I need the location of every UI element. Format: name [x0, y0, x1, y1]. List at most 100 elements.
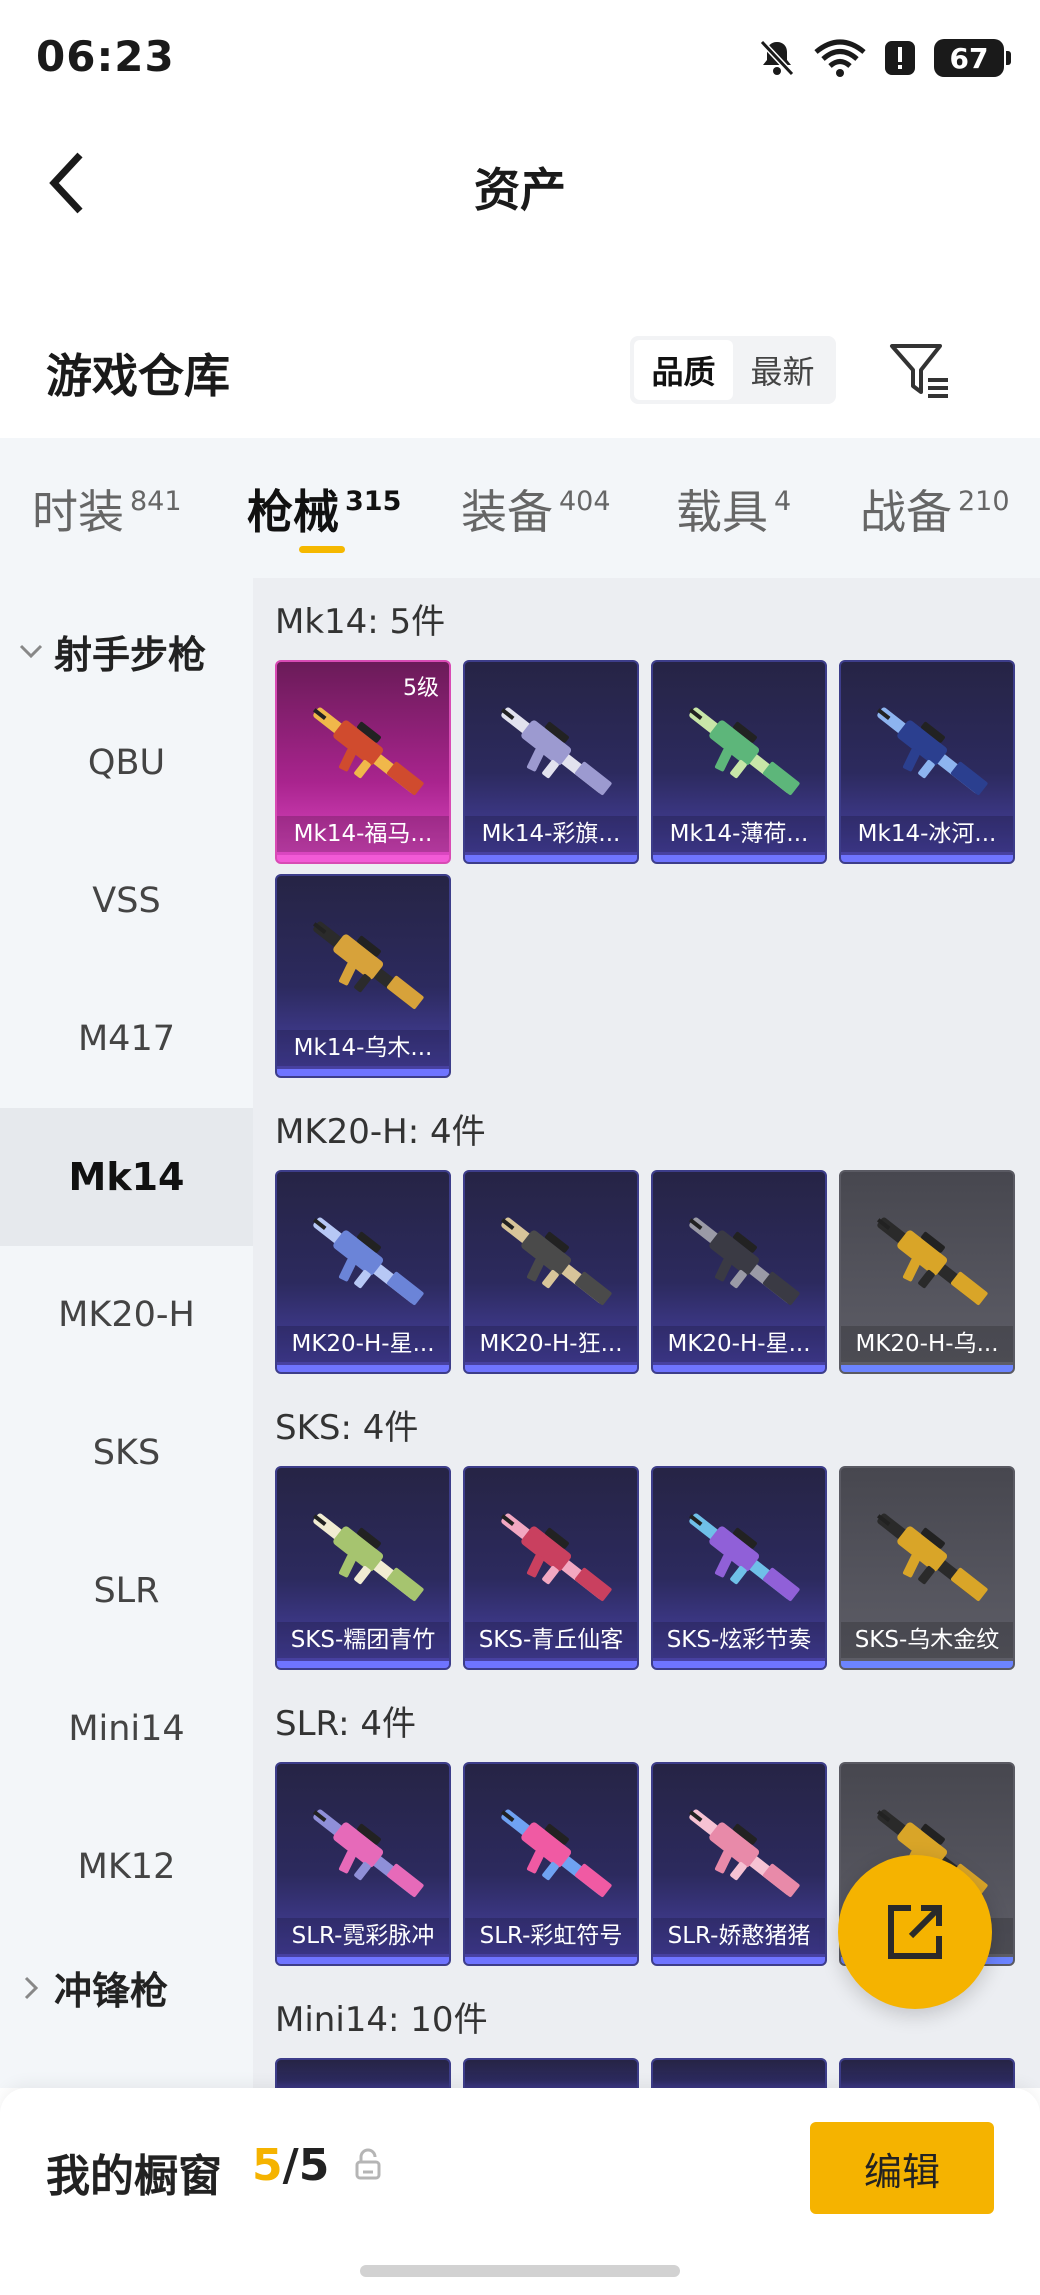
sidebar-item-slr[interactable]: SLR — [0, 1522, 253, 1660]
tab-label: 装备 — [461, 485, 553, 539]
rifle-icon — [312, 1809, 424, 1897]
weapon-card[interactable]: Mk14-薄荷... — [651, 660, 827, 864]
card-name: Mk14-冰河... — [841, 816, 1013, 852]
tab-label: 时装 — [32, 485, 124, 539]
tab-supplies[interactable]: 战备 210 — [860, 476, 1010, 542]
weapon-card[interactable]: SKS-乌木金纹 — [839, 1466, 1015, 1670]
category-tabs: 时装 841 枪械 315 装备 404 载具 4 战备 210 — [0, 438, 1040, 578]
weapon-card-peek[interactable] — [275, 2058, 451, 2088]
sidebar-group-label: 冲锋枪 — [54, 1969, 169, 2013]
chevron-right-icon — [24, 1976, 39, 1999]
rifle-icon — [500, 707, 612, 795]
weapon-card[interactable]: Mk14-乌木... — [275, 874, 451, 1078]
section-title-mk20h: MK20-H: 4件 — [275, 1112, 486, 1152]
card-name: SLR-娇憨猪猪 — [653, 1918, 825, 1954]
rifle-icon — [500, 1513, 612, 1601]
page-title: 资产 — [474, 163, 566, 217]
card-name: Mk14-彩旗... — [465, 816, 637, 852]
weapon-card[interactable]: Mk14-冰河... — [839, 660, 1015, 864]
card-name: Mk14-薄荷... — [653, 816, 825, 852]
weapon-card[interactable]: Mk14-彩旗... — [463, 660, 639, 864]
rifle-icon — [688, 1513, 800, 1601]
card-name: MK20-H-狂... — [465, 1326, 637, 1362]
status-time: 06:23 — [36, 32, 175, 81]
weapon-card-peek[interactable] — [463, 2058, 639, 2088]
rifle-icon — [876, 707, 988, 795]
home-indicator[interactable] — [360, 2265, 680, 2277]
weapon-card[interactable]: MK20-H-星... — [275, 1170, 451, 1374]
rifle-icon — [312, 1217, 424, 1305]
weapon-card[interactable]: SKS-青丘仙客 — [463, 1466, 639, 1670]
weapon-card-peek[interactable] — [839, 2058, 1015, 2088]
edit-button[interactable]: 编辑 — [810, 2122, 994, 2214]
tab-count: 315 — [345, 486, 402, 517]
rifle-icon — [312, 707, 424, 795]
weapon-card[interactable]: MK20-H-星... — [651, 1170, 827, 1374]
sort-option-newest[interactable]: 最新 — [733, 340, 832, 400]
card-name: MK20-H-乌... — [841, 1326, 1013, 1362]
card-name: Mk14-乌木... — [277, 1030, 449, 1066]
chevron-down-icon — [19, 644, 43, 658]
sidebar-item-sks[interactable]: SKS — [0, 1384, 253, 1522]
rifle-icon — [312, 921, 424, 1009]
showcase-bar: 我的橱窗 5/5 编辑 — [0, 2088, 1040, 2295]
sort-option-quality[interactable]: 品质 — [634, 340, 733, 400]
sidebar-item-mk20h[interactable]: MK20-H — [0, 1246, 253, 1384]
rifle-icon — [876, 1217, 988, 1305]
card-level-badge: 5级 — [403, 676, 439, 701]
card-name: SLR-霓彩脉冲 — [277, 1918, 449, 1954]
card-name: MK20-H-星... — [277, 1326, 449, 1362]
sidebar-item-qbu[interactable]: QBU — [0, 694, 253, 832]
weapon-card[interactable]: SLR-霓彩脉冲 — [275, 1762, 451, 1966]
warehouse-title: 游戏仓库 — [46, 349, 230, 403]
sidebar-item-vss[interactable]: VSS — [0, 832, 253, 970]
sidebar-item-m417[interactable]: M417 — [0, 970, 253, 1108]
weapon-card[interactable]: 5级 Mk14-福马... — [275, 660, 451, 864]
rifle-icon — [500, 1217, 612, 1305]
weapon-type-sidebar: 射手步枪 QBU VSS M417 Mk14 MK20-H SKS SLR Mi… — [0, 578, 253, 2088]
section-title-slr: SLR: 4件 — [275, 1704, 416, 1744]
sidebar-item-mini14[interactable]: Mini14 — [0, 1660, 253, 1798]
sidebar-group-label: 射手步枪 — [54, 633, 207, 677]
tab-label: 枪械 — [247, 485, 339, 539]
card-name: MK20-H-星... — [653, 1326, 825, 1362]
sidebar-group-marksman[interactable]: 射手步枪 — [18, 624, 206, 679]
share-button[interactable] — [838, 1855, 992, 2009]
filter-button[interactable] — [888, 340, 952, 400]
sidebar-group-smg[interactable]: 冲锋枪 — [18, 1960, 168, 2015]
section-title-sks: SKS: 4件 — [275, 1408, 419, 1448]
weapon-card[interactable]: SKS-炫彩节奏 — [651, 1466, 827, 1670]
battery-icon: 67 — [934, 39, 1011, 77]
mute-bell-icon — [759, 39, 795, 77]
active-tab-indicator — [299, 546, 345, 553]
weapon-card[interactable]: SLR-彩虹符号 — [463, 1762, 639, 1966]
card-name: SKS-糯团青竹 — [277, 1622, 449, 1658]
status-icons: 67 — [758, 38, 1011, 78]
tab-fashion[interactable]: 时装 841 — [32, 476, 182, 542]
weapon-card[interactable]: MK20-H-乌... — [839, 1170, 1015, 1374]
rifle-icon — [500, 1809, 612, 1897]
tab-equipment[interactable]: 装备 404 — [461, 476, 611, 542]
showcase-label: 我的橱窗 — [46, 2151, 222, 2202]
rifle-icon — [688, 1809, 800, 1897]
weapon-card[interactable]: SKS-糯团青竹 — [275, 1466, 451, 1670]
card-name: SKS-乌木金纹 — [841, 1622, 1013, 1658]
weapon-card[interactable]: MK20-H-狂... — [463, 1170, 639, 1374]
wifi-icon — [814, 39, 866, 77]
showcase-separator: / — [282, 2140, 299, 2191]
sidebar-item-mk12[interactable]: MK12 — [0, 1798, 253, 1936]
showcase-current: 5 — [252, 2140, 283, 2191]
tab-vehicles[interactable]: 载具 4 — [676, 476, 791, 542]
sidebar-item-mk14[interactable]: Mk14 — [0, 1108, 253, 1246]
section-title-mini14: Mini14: 10件 — [275, 2000, 488, 2040]
tab-firearms[interactable]: 枪械 315 — [247, 476, 401, 542]
showcase-count: 5/5 — [252, 2140, 329, 2191]
tab-count: 404 — [559, 486, 611, 517]
weapon-card-peek[interactable] — [651, 2058, 827, 2088]
weapon-card[interactable]: SLR-娇憨猪猪 — [651, 1762, 827, 1966]
filter-icon — [890, 344, 948, 398]
card-name: SKS-青丘仙客 — [465, 1622, 637, 1658]
sort-toggle: 品质 最新 — [630, 336, 836, 404]
card-name: SLR-彩虹符号 — [465, 1918, 637, 1954]
tab-label: 战备 — [860, 485, 952, 539]
